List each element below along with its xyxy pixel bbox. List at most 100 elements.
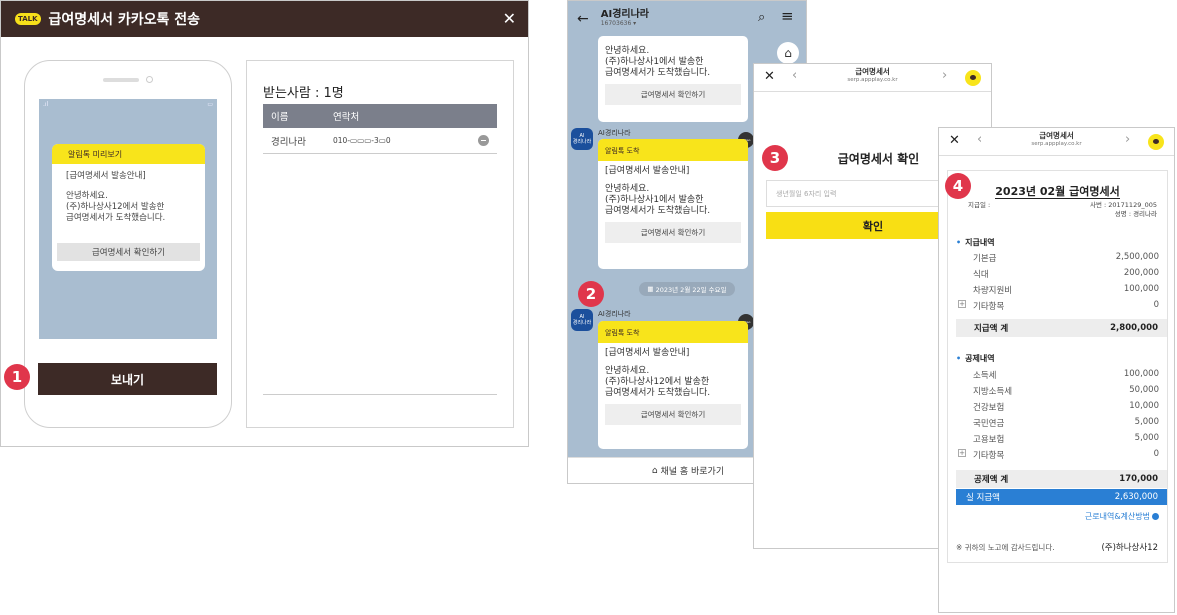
employee-name: 성명 : 경리나라 xyxy=(1114,210,1157,218)
item-value: 50,000 xyxy=(1129,385,1159,395)
net-value: 2,630,000 xyxy=(1114,492,1158,502)
preview-confirm-button: 급여명세서 확인하기 xyxy=(57,243,200,261)
forward-icon[interactable]: › xyxy=(1125,132,1130,147)
back-arrow-icon[interactable]: ← xyxy=(577,11,589,27)
earnings-title: 지급내역 xyxy=(956,237,994,248)
recipients-panel: 받는사람 : 1명 이름 연락처 경리나라 010-▭▭▭-3▭0 xyxy=(246,60,514,428)
kakao-talk-logo: TALK xyxy=(15,13,41,25)
message-header: 알림톡 도착 xyxy=(598,321,748,343)
avatar-text: 경리나라 xyxy=(572,320,592,326)
calc-method-link[interactable]: 근로내역&계산방법 xyxy=(1085,511,1159,522)
message-line: (주)하나상사1에서 발송한 xyxy=(605,57,704,67)
preview-line: (주)하나상사12에서 발송한 xyxy=(66,202,165,212)
preview-greeting: 안녕하세요. xyxy=(66,191,108,201)
earnings-total-row: 지급액 계 2,800,000 xyxy=(956,319,1167,337)
kakao-send-dialog: TALK 급여명세서 카카오톡 전송 ✕ .ıl ▭ 알림톡 미리보기 [급여명세… xyxy=(0,0,529,447)
preview-message: 알림톡 미리보기 [급여명세서 발송안내] 안녕하세요. (주)하나상사12에서… xyxy=(52,144,205,271)
recipients-table-header: 이름 연락처 xyxy=(263,104,497,128)
calendar-icon: ▦ xyxy=(647,285,656,293)
sender-name: AI경리나라 xyxy=(598,310,631,318)
phone-speaker xyxy=(103,78,139,82)
employee-number: 사번 : 20171129_005 xyxy=(1089,201,1157,209)
remove-recipient-icon[interactable] xyxy=(478,135,489,146)
channel-avatar: AI 경리나라 xyxy=(571,309,593,331)
webview-url: serp.appplay.co.kr xyxy=(847,77,898,83)
pay-date-label: 지급일 : xyxy=(968,201,991,209)
divider xyxy=(263,394,497,395)
item-label: 기타항목 xyxy=(973,451,1005,461)
message-line: (주)하나상사12에서 발송한 xyxy=(605,377,710,387)
expand-icon[interactable]: + xyxy=(958,300,966,308)
menu-icon[interactable]: ≡ xyxy=(781,7,794,25)
home-icon[interactable]: ⌂ xyxy=(777,42,799,64)
phone-camera xyxy=(146,76,153,83)
payslip-confirm-button[interactable]: 급여명세서 확인하기 xyxy=(605,222,741,243)
dialog-title: 급여명세서 카카오톡 전송 xyxy=(48,12,200,28)
total-value: 2,800,000 xyxy=(1110,323,1158,333)
chat-message: 알림톡 도착 [급여명세서 발송안내] 안녕하세요. (주)하나상사1에서 발송… xyxy=(598,139,748,269)
item-label: 소득세 xyxy=(973,371,997,381)
message-heading: [급여명세서 발송안내] xyxy=(605,166,690,176)
forward-icon[interactable]: › xyxy=(942,68,947,83)
message-header: 알림톡 도착 xyxy=(598,139,748,161)
close-icon[interactable]: ✕ xyxy=(503,9,516,28)
message-line: 급여명세서가 도착했습니다. xyxy=(605,388,711,398)
chat-message: 알림톡 도착 [급여명세서 발송안내] 안녕하세요. (주)하나상사12에서 발… xyxy=(598,321,748,449)
step-badge-1: 1 xyxy=(4,364,30,390)
phone-statusbar: .ıl ▭ xyxy=(39,99,217,111)
dialog-titlebar: TALK 급여명세서 카카오톡 전송 ✕ xyxy=(1,1,528,37)
channel-name: AI경리나라 xyxy=(600,9,649,20)
expand-icon[interactable]: + xyxy=(958,449,966,457)
preview-heading: [급여명세서 발송안내] xyxy=(66,171,146,181)
item-label: 차량지원비 xyxy=(973,286,1013,296)
thanks-note: ※ 귀하의 노고에 감사드립니다. xyxy=(956,543,1055,552)
step-badge-3: 3 xyxy=(762,145,788,171)
message-line: (주)하나상사1에서 발송한 xyxy=(605,195,704,205)
payslip-confirm-button[interactable]: 급여명세서 확인하기 xyxy=(605,404,741,425)
table-row: 경리나라 010-▭▭▭-3▭0 xyxy=(263,128,497,154)
channel-id[interactable]: 16703636 ▾ xyxy=(601,20,649,27)
list-item: 기타항목 0 xyxy=(973,300,1159,312)
item-label: 고용보험 xyxy=(973,435,1005,445)
deductions-title: 공제내역 xyxy=(956,353,994,364)
message-line: 급여명세서가 도착했습니다. xyxy=(605,68,711,78)
recipient-phone: 010-▭▭▭-3▭0 xyxy=(333,136,391,145)
total-label: 지급액 계 xyxy=(974,324,1009,334)
message-heading: [급여명세서 발송안내] xyxy=(605,348,690,358)
item-value: 200,000 xyxy=(1123,268,1159,278)
channel-home-label: 채널 홈 바로가기 xyxy=(660,467,725,477)
kakao-chat-icon[interactable] xyxy=(1148,134,1164,150)
message-line: 안녕하세요. xyxy=(605,366,650,376)
webview-title: 급여명세서 xyxy=(1039,131,1074,140)
item-label: 기타항목 xyxy=(973,302,1005,312)
list-item: 고용보험 5,000 xyxy=(973,433,1159,445)
kakao-chat-icon[interactable] xyxy=(965,70,981,86)
date-text: 2023년 2월 22일 수요일 xyxy=(655,286,727,294)
item-value: 0 xyxy=(1153,300,1159,310)
item-value: 10,000 xyxy=(1129,401,1159,411)
webview-url: serp.appplay.co.kr xyxy=(1031,141,1082,147)
payslip-confirm-button[interactable]: 급여명세서 확인하기 xyxy=(605,84,741,105)
list-item: 건강보험 10,000 xyxy=(973,401,1159,413)
item-label: 기본급 xyxy=(973,254,997,264)
recipients-count: 받는사람 : 1명 xyxy=(263,86,344,101)
search-icon[interactable]: ⌕ xyxy=(758,10,765,25)
item-label: 건강보험 xyxy=(973,403,1005,413)
channel-avatar: AI 경리나라 xyxy=(571,128,593,150)
list-item: 지방소득세 50,000 xyxy=(973,385,1159,397)
list-item: 기타항목 0 xyxy=(973,449,1159,461)
deductions-total-row: 공제액 계 170,000 xyxy=(956,470,1167,488)
item-label: 국민연금 xyxy=(973,419,1005,429)
step-badge-2: 2 xyxy=(578,281,604,307)
send-button[interactable]: 보내기 xyxy=(38,363,217,395)
calc-method-label: 근로내역&계산방법 xyxy=(1084,512,1150,521)
arrow-circle-icon xyxy=(1152,513,1159,520)
total-value: 170,000 xyxy=(1119,474,1158,484)
battery-icon: ▭ xyxy=(207,101,213,108)
item-value: 5,000 xyxy=(1134,417,1159,427)
item-label: 지방소득세 xyxy=(973,387,1013,397)
recipient-name: 경리나라 xyxy=(271,136,306,148)
list-item: 식대 200,000 xyxy=(973,268,1159,280)
col-phone: 연락처 xyxy=(333,112,360,123)
net-label: 실 지급액 xyxy=(966,493,1000,503)
